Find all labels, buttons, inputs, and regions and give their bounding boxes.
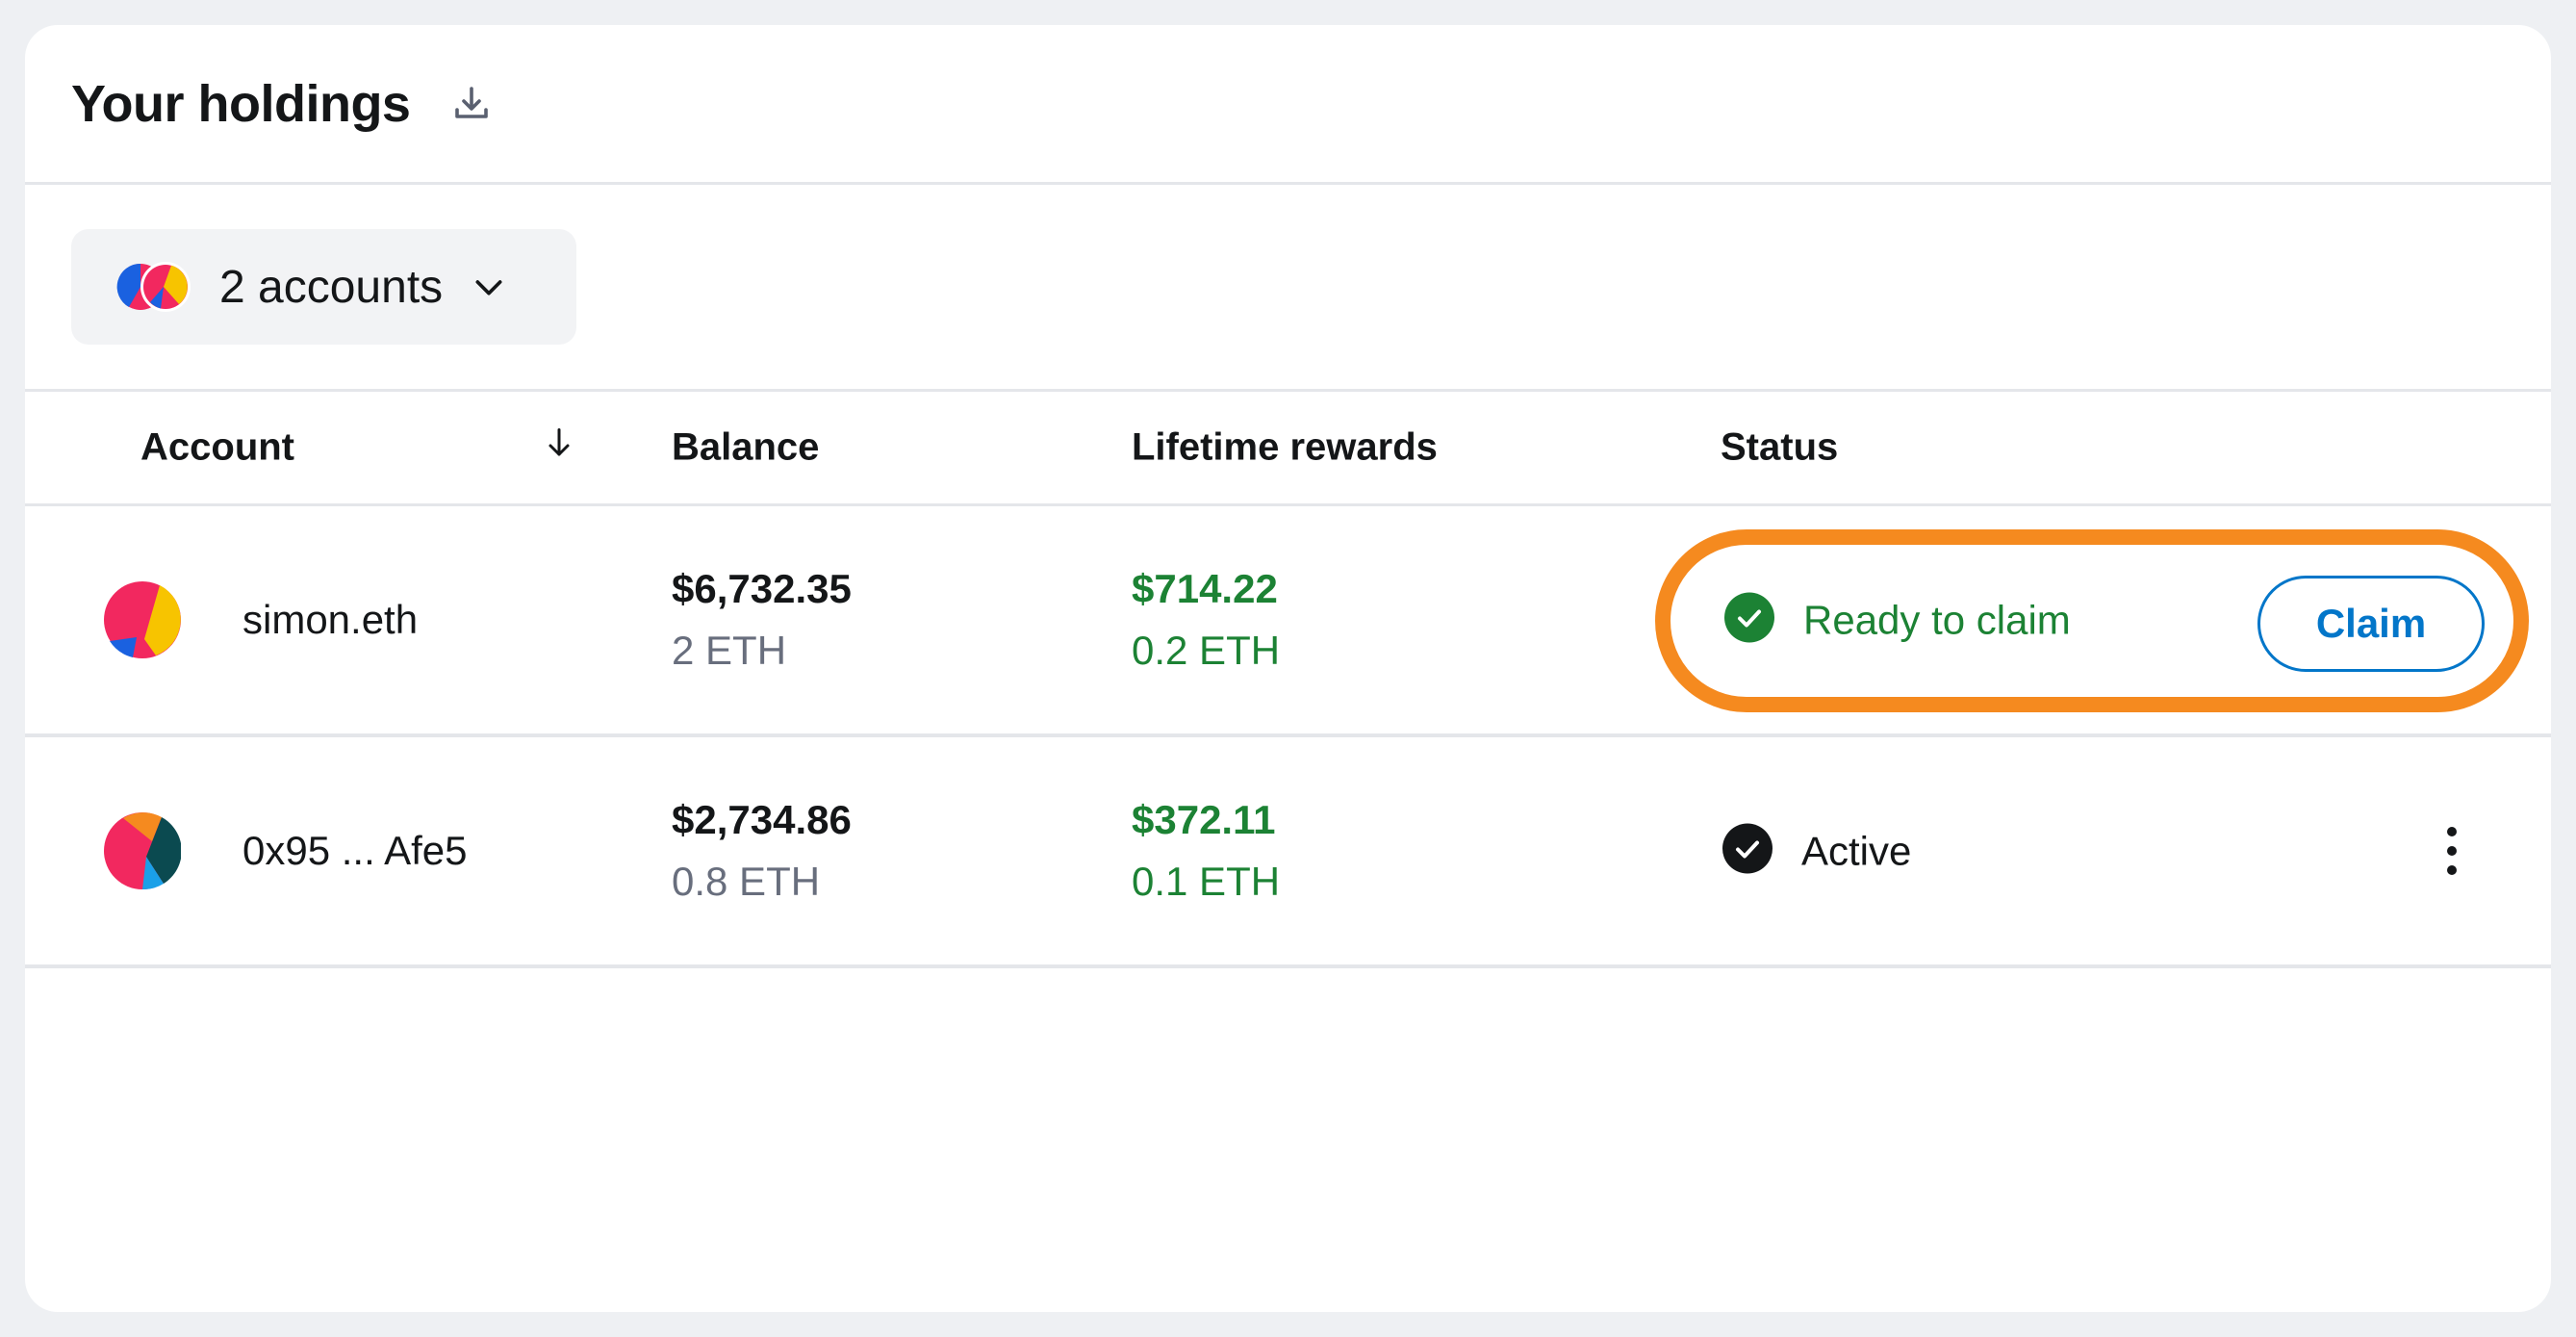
table-row: simon.eth $6,732.35 2 ETH $714.22 0.2 ET… (25, 506, 2551, 737)
rewards-cell: $714.22 0.2 ETH (1132, 566, 1280, 674)
rewards-eth: 0.1 ETH (1132, 859, 1281, 904)
holdings-header: Your holdings (25, 25, 2551, 185)
column-account[interactable]: Account (140, 426, 294, 470)
rewards-eth: 0.2 ETH (1132, 628, 1281, 673)
table-row: 0x95 ... Afe5 $2,734.86 0.8 ETH $372.11 … (25, 737, 2551, 968)
balance-cell: $2,734.86 0.8 ETH (672, 797, 852, 905)
rewards-usd: $714.22 (1132, 566, 1278, 611)
account-name: 0x95 ... Afe5 (242, 828, 468, 873)
rewards-cell: $372.11 0.1 ETH (1132, 797, 1280, 905)
accounts-dropdown-label: 2 accounts (219, 261, 444, 313)
page-title: Your holdings (71, 74, 411, 133)
holdings-card: Your holdings 2 accounts Account Balance… (25, 25, 2551, 1312)
account-name: simon.eth (242, 597, 419, 642)
table-header: Account Balance Lifetime rewards Status (25, 392, 2551, 506)
balance-eth: 2 ETH (672, 628, 787, 673)
column-status[interactable]: Status (1721, 426, 1838, 470)
check-circle-icon (1722, 823, 1773, 879)
account-avatars-icon (115, 260, 191, 314)
check-circle-icon (1724, 592, 1774, 648)
arrow-down-icon[interactable] (545, 425, 574, 470)
avatar (104, 812, 182, 890)
rewards-usd: $372.11 (1132, 797, 1276, 842)
account-filter-bar: 2 accounts (25, 185, 2551, 392)
claim-button[interactable]: Claim (2257, 576, 2485, 672)
status-badge: Active (1722, 823, 1912, 879)
column-balance[interactable]: Balance (672, 426, 819, 470)
status-text: Ready to claim (1803, 597, 2071, 642)
status-badge: Ready to claim (1724, 592, 2071, 648)
balance-usd: $2,734.86 (672, 797, 852, 842)
avatar (104, 581, 181, 658)
balance-cell: $6,732.35 2 ETH (672, 566, 852, 674)
more-options-icon[interactable] (2440, 822, 2463, 880)
download-icon[interactable] (448, 81, 495, 127)
chevron-down-icon (470, 268, 508, 306)
balance-eth: 0.8 ETH (672, 859, 821, 904)
balance-usd: $6,732.35 (672, 566, 852, 611)
column-lifetime-rewards[interactable]: Lifetime rewards (1132, 426, 1438, 470)
status-text: Active (1801, 828, 1912, 873)
accounts-dropdown[interactable]: 2 accounts (71, 229, 576, 345)
